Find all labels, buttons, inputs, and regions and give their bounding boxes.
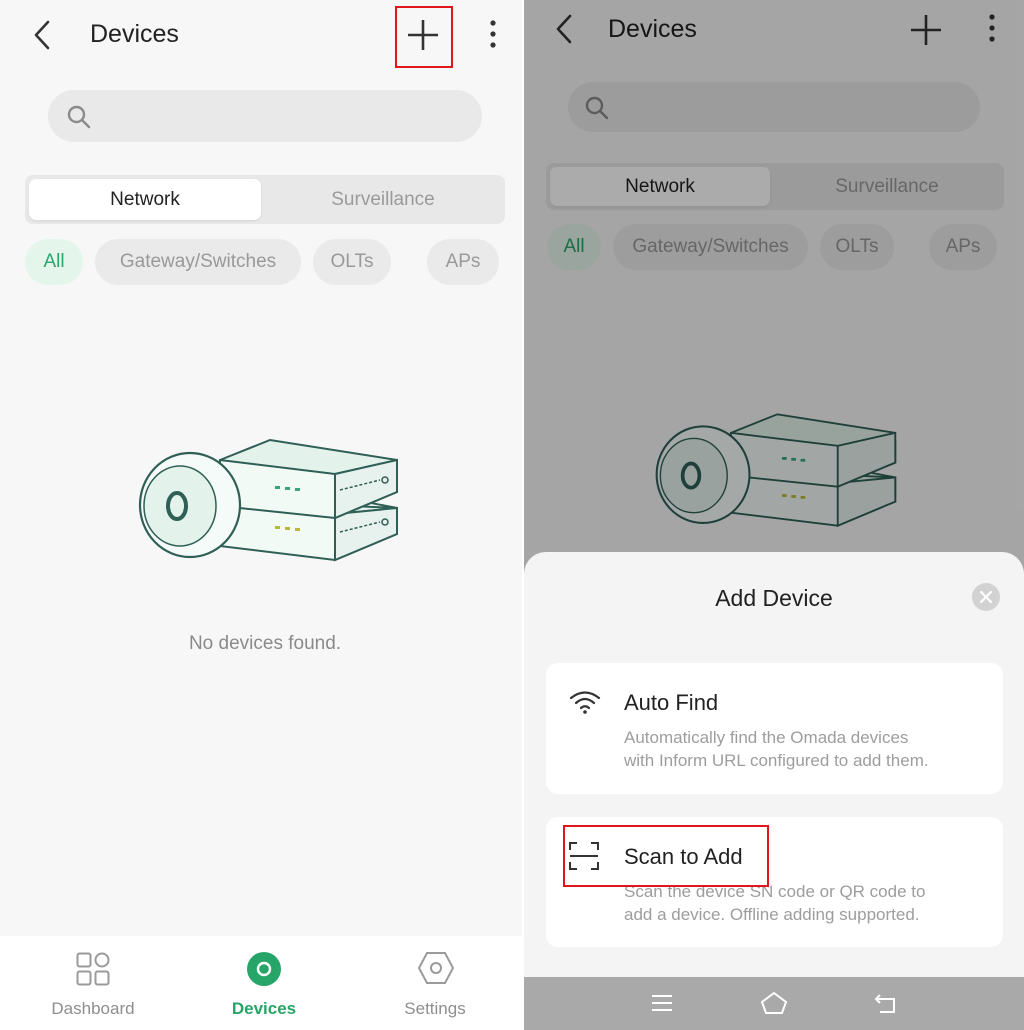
tab-surveillance[interactable]: Surveillance [265,179,501,220]
more-options-button[interactable] [484,18,502,50]
add-device-sheet: Add Device Auto Find Automatically find … [524,552,1024,977]
nav-settings[interactable]: Settings [348,936,522,1030]
category-tabs: Network Surveillance [25,175,505,224]
nav-devices[interactable]: Devices [177,936,351,1030]
back-icon[interactable] [28,18,58,52]
search-input[interactable] [48,90,482,142]
filter-chip-gateway-switches[interactable]: Gateway/Switches [95,239,301,285]
more-vertical-icon [490,20,496,48]
filter-chip-all[interactable]: All [25,239,83,285]
add-button[interactable] [405,17,441,53]
grid-icon [76,952,110,986]
wifi-icon [569,691,601,714]
menu-icon[interactable] [650,993,674,1013]
devices-screen: Devices Network Surveillance All Gateway… [0,0,522,1030]
hexagon-gear-icon [418,952,454,984]
nav-devices-label: Devices [231,999,297,1018]
option-auto-find[interactable]: Auto Find Automatically find the Omada d… [546,663,1003,794]
back-arrow-icon[interactable] [874,991,900,1015]
devices-illustration [138,438,398,562]
sheet-title: Add Device [715,585,833,611]
tab-network[interactable]: Network [29,179,261,220]
search-icon [67,105,91,129]
close-button[interactable] [972,583,1000,611]
home-icon[interactable] [760,991,788,1015]
empty-state-message: No devices found. [188,633,342,654]
scan-to-add-highlight [563,825,769,887]
option-description-line2: add a device. Offline adding supported. [624,905,920,924]
filter-chip-aps[interactable]: APs [427,239,499,285]
nav-dashboard[interactable]: Dashboard [6,936,180,1030]
devices-icon [247,952,281,986]
plus-icon [408,20,438,50]
close-icon [979,590,993,604]
nav-dashboard-label: Dashboard [51,999,135,1018]
bottom-navigation: Dashboard Devices Settings [0,936,522,1030]
nav-settings-label: Settings [404,999,466,1018]
add-device-screen: Devices Network Surveillance All Gateway… [524,0,1024,1030]
system-navigation-bar [524,977,1024,1030]
page-title: Devices [90,20,179,48]
option-description-line1: Automatically find the Omada devices [624,728,909,747]
option-title: Auto Find [624,690,719,715]
filter-chip-olts[interactable]: OLTs [313,239,391,285]
option-description-line2: with Inform URL configured to add them. [624,751,929,770]
